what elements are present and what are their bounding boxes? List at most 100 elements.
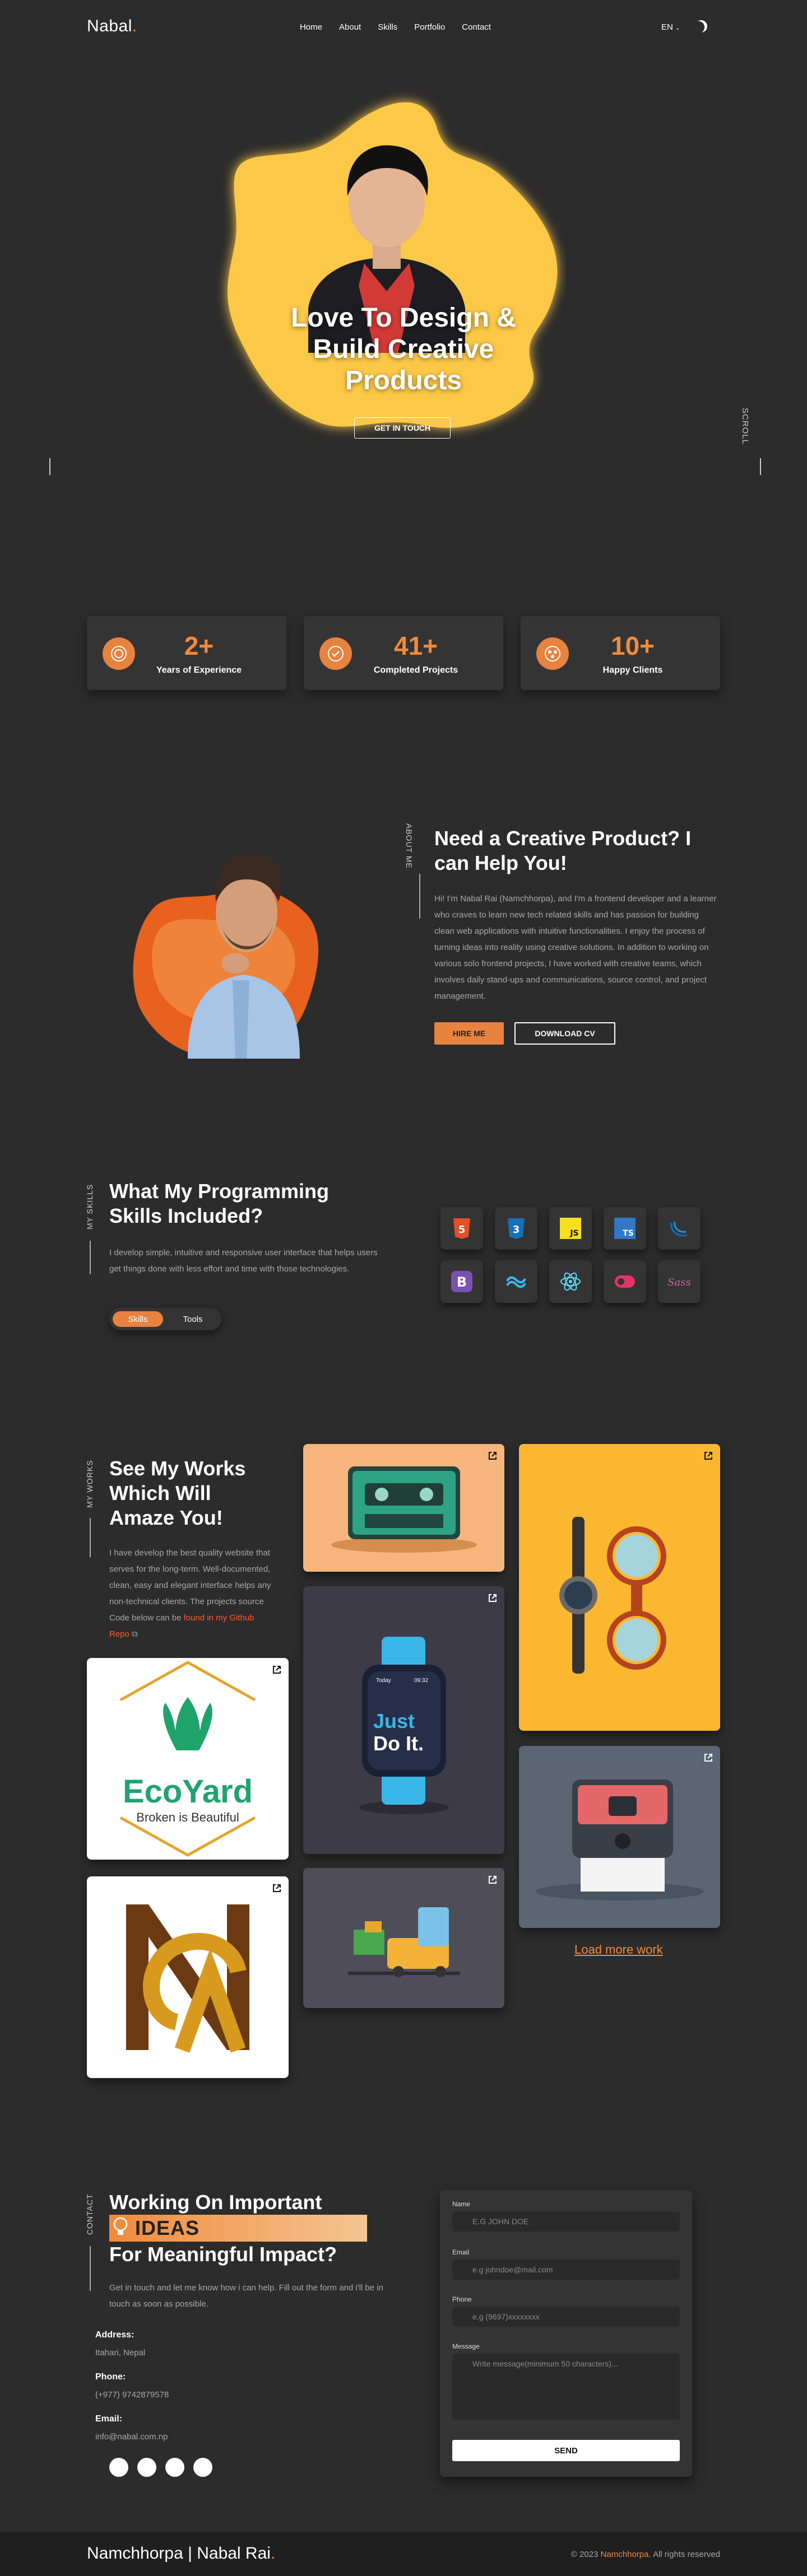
contact-title-line1: Working On Important <box>109 2191 322 2214</box>
skills-body: I develop simple, intuitive and responsi… <box>109 1248 378 1274</box>
external-link-icon <box>489 1452 497 1460</box>
phone-input[interactable]: e.g (9697)xxxxxxxx <box>452 2307 680 2327</box>
about-title: Need a Creative Product? I can Help You! <box>434 827 692 874</box>
send-button[interactable]: SEND <box>452 2440 680 2461</box>
left-divider <box>49 458 50 475</box>
works-title: See My Works Which Will Amaze You! <box>109 1457 246 1529</box>
works-divider <box>90 1518 91 1557</box>
work-card-delivery[interactable] <box>303 1868 504 2008</box>
external-link-icon <box>273 1666 281 1674</box>
work-card-monogram[interactable] <box>87 1876 289 2078</box>
about-divider <box>419 874 420 919</box>
nav-item-contact[interactable]: Contact <box>462 22 491 32</box>
chevron-down-icon: ⌄ <box>675 25 680 31</box>
hire-me-button[interactable]: HIRE ME <box>434 1022 504 1045</box>
external-link-icon <box>704 1452 712 1460</box>
contact-title: Working On Important <box>109 2190 378 2215</box>
tailwind-icon <box>495 1260 537 1303</box>
watch-text-doit: Do It. <box>373 1732 424 1755</box>
skills-title: What My Programming Skills Included? <box>109 1180 330 1227</box>
phone-value: (+977) 9742879578 <box>95 2390 169 2400</box>
moon-icon[interactable] <box>693 18 709 35</box>
contact-title-line3: For Meaningful Impact? <box>109 2243 337 2266</box>
contact-form: Name E.G JOHN DOE Email e.g johndoe@mail… <box>440 2190 692 2477</box>
clients-icon <box>536 637 569 670</box>
load-more-link[interactable]: Load more work <box>574 1943 663 1957</box>
address-heading: Address: <box>95 2330 134 2340</box>
medal-icon <box>103 637 135 670</box>
watch-day: Today <box>376 1678 391 1684</box>
twitter-icon[interactable] <box>137 2458 156 2477</box>
javascript-icon: JS <box>549 1207 592 1250</box>
stat-card-clients: 10+ Happy Clients <box>521 616 720 690</box>
typescript-icon: TS <box>604 1207 646 1250</box>
work-card-camera[interactable] <box>519 1746 720 1928</box>
work-card-cassette[interactable] <box>303 1444 504 1572</box>
get-in-touch-button[interactable]: GET IN TOUCH <box>354 417 451 439</box>
logo[interactable]: Nabal. <box>87 17 137 36</box>
works-vertical-label: MY WORKS <box>85 1460 94 1508</box>
work-card-ecoyard[interactable]: EcoYard Broken is Beautiful <box>87 1658 289 1860</box>
email-input[interactable]: e.g johndoe@mail.com <box>452 2260 680 2280</box>
email-label: Email <box>452 2248 470 2256</box>
phone-label: Phone <box>452 2295 472 2303</box>
contact-vertical-label: CONTACT <box>85 2193 94 2235</box>
css3-icon: 3 <box>495 1207 537 1250</box>
linkedin-icon[interactable] <box>165 2458 184 2477</box>
message-label: Message <box>452 2342 480 2350</box>
footer-copyright: © 2023 Namchhorpa. All rights reserved <box>571 2550 720 2559</box>
ecoyard-logo-text: EcoYard <box>122 1773 253 1810</box>
bootstrap-icon: B <box>440 1260 483 1303</box>
work-card-smartwatch[interactable]: Today 09:32 Just Do It. <box>303 1586 504 1854</box>
stat-value: 2+ <box>184 631 214 660</box>
stat-card-experience: 2+ Years of Experience <box>87 616 286 690</box>
stat-label: Completed Projects <box>373 665 458 675</box>
contact-divider <box>90 2246 91 2291</box>
work-card-watch-glasses[interactable] <box>519 1444 720 1731</box>
name-label: Name <box>452 2200 471 2208</box>
stat-label: Happy Clients <box>602 665 663 675</box>
react-icon <box>549 1260 592 1303</box>
works-body: I have develop the best quality website … <box>109 1548 271 1639</box>
email-value: info@nabal.com.np <box>95 2432 168 2442</box>
svg-text:JS: JS <box>569 1229 578 1238</box>
email-heading: Email: <box>95 2414 123 2424</box>
address-value: Itahari, Nepal <box>95 2348 146 2358</box>
external-link-icon <box>489 1876 497 1884</box>
nav-item-about[interactable]: About <box>339 22 361 32</box>
about-image <box>133 854 319 1059</box>
stat-card-projects: 41+ Completed Projects <box>304 616 503 690</box>
watch-clock: 09:32 <box>414 1678 429 1684</box>
svg-text:B: B <box>457 1274 467 1290</box>
external-link-icon <box>704 1754 712 1762</box>
redux-icon <box>604 1260 646 1303</box>
message-textarea[interactable]: Write message(minimum 50 characters)... <box>452 2354 680 2420</box>
watch-text-just: Just <box>373 1709 415 1732</box>
github-icon[interactable] <box>193 2458 212 2477</box>
nav-item-skills[interactable]: Skills <box>378 22 397 32</box>
svg-text:3: 3 <box>513 1224 520 1236</box>
facebook-icon[interactable] <box>109 2458 128 2477</box>
nav-item-home[interactable]: Home <box>300 22 322 32</box>
about-body: Hi! I'm Nabal Rai (Namchhorpa), and I'm … <box>434 894 717 1001</box>
tab-tools[interactable]: Tools <box>168 1311 218 1327</box>
svg-text:TS: TS <box>623 1229 634 1238</box>
stat-value: 10+ <box>610 631 655 660</box>
main-nav: Home About Skills Portfolio Contact <box>300 22 491 32</box>
check-badge-icon <box>319 637 352 670</box>
ecoyard-tagline: Broken is Beautiful <box>136 1810 239 1824</box>
external-link-icon: ⧉ <box>132 1629 138 1639</box>
external-link-icon <box>273 1884 281 1892</box>
name-input[interactable]: E.G JOHN DOE <box>452 2211 680 2232</box>
tab-skills[interactable]: Skills <box>113 1311 163 1327</box>
lightbulb-icon <box>113 2217 128 2240</box>
phone-heading: Phone: <box>95 2372 126 2382</box>
scroll-line <box>760 458 761 475</box>
about-vertical-label: ABOUT ME <box>405 823 414 869</box>
download-cv-button[interactable]: DOWNLOAD CV <box>514 1022 615 1045</box>
stat-value: 41+ <box>393 631 438 660</box>
nav-item-portfolio[interactable]: Portfolio <box>414 22 445 32</box>
scroll-label: SCROLL <box>740 408 750 445</box>
stat-label: Years of Experience <box>156 665 242 675</box>
language-select[interactable]: EN ⌄ <box>661 22 680 32</box>
